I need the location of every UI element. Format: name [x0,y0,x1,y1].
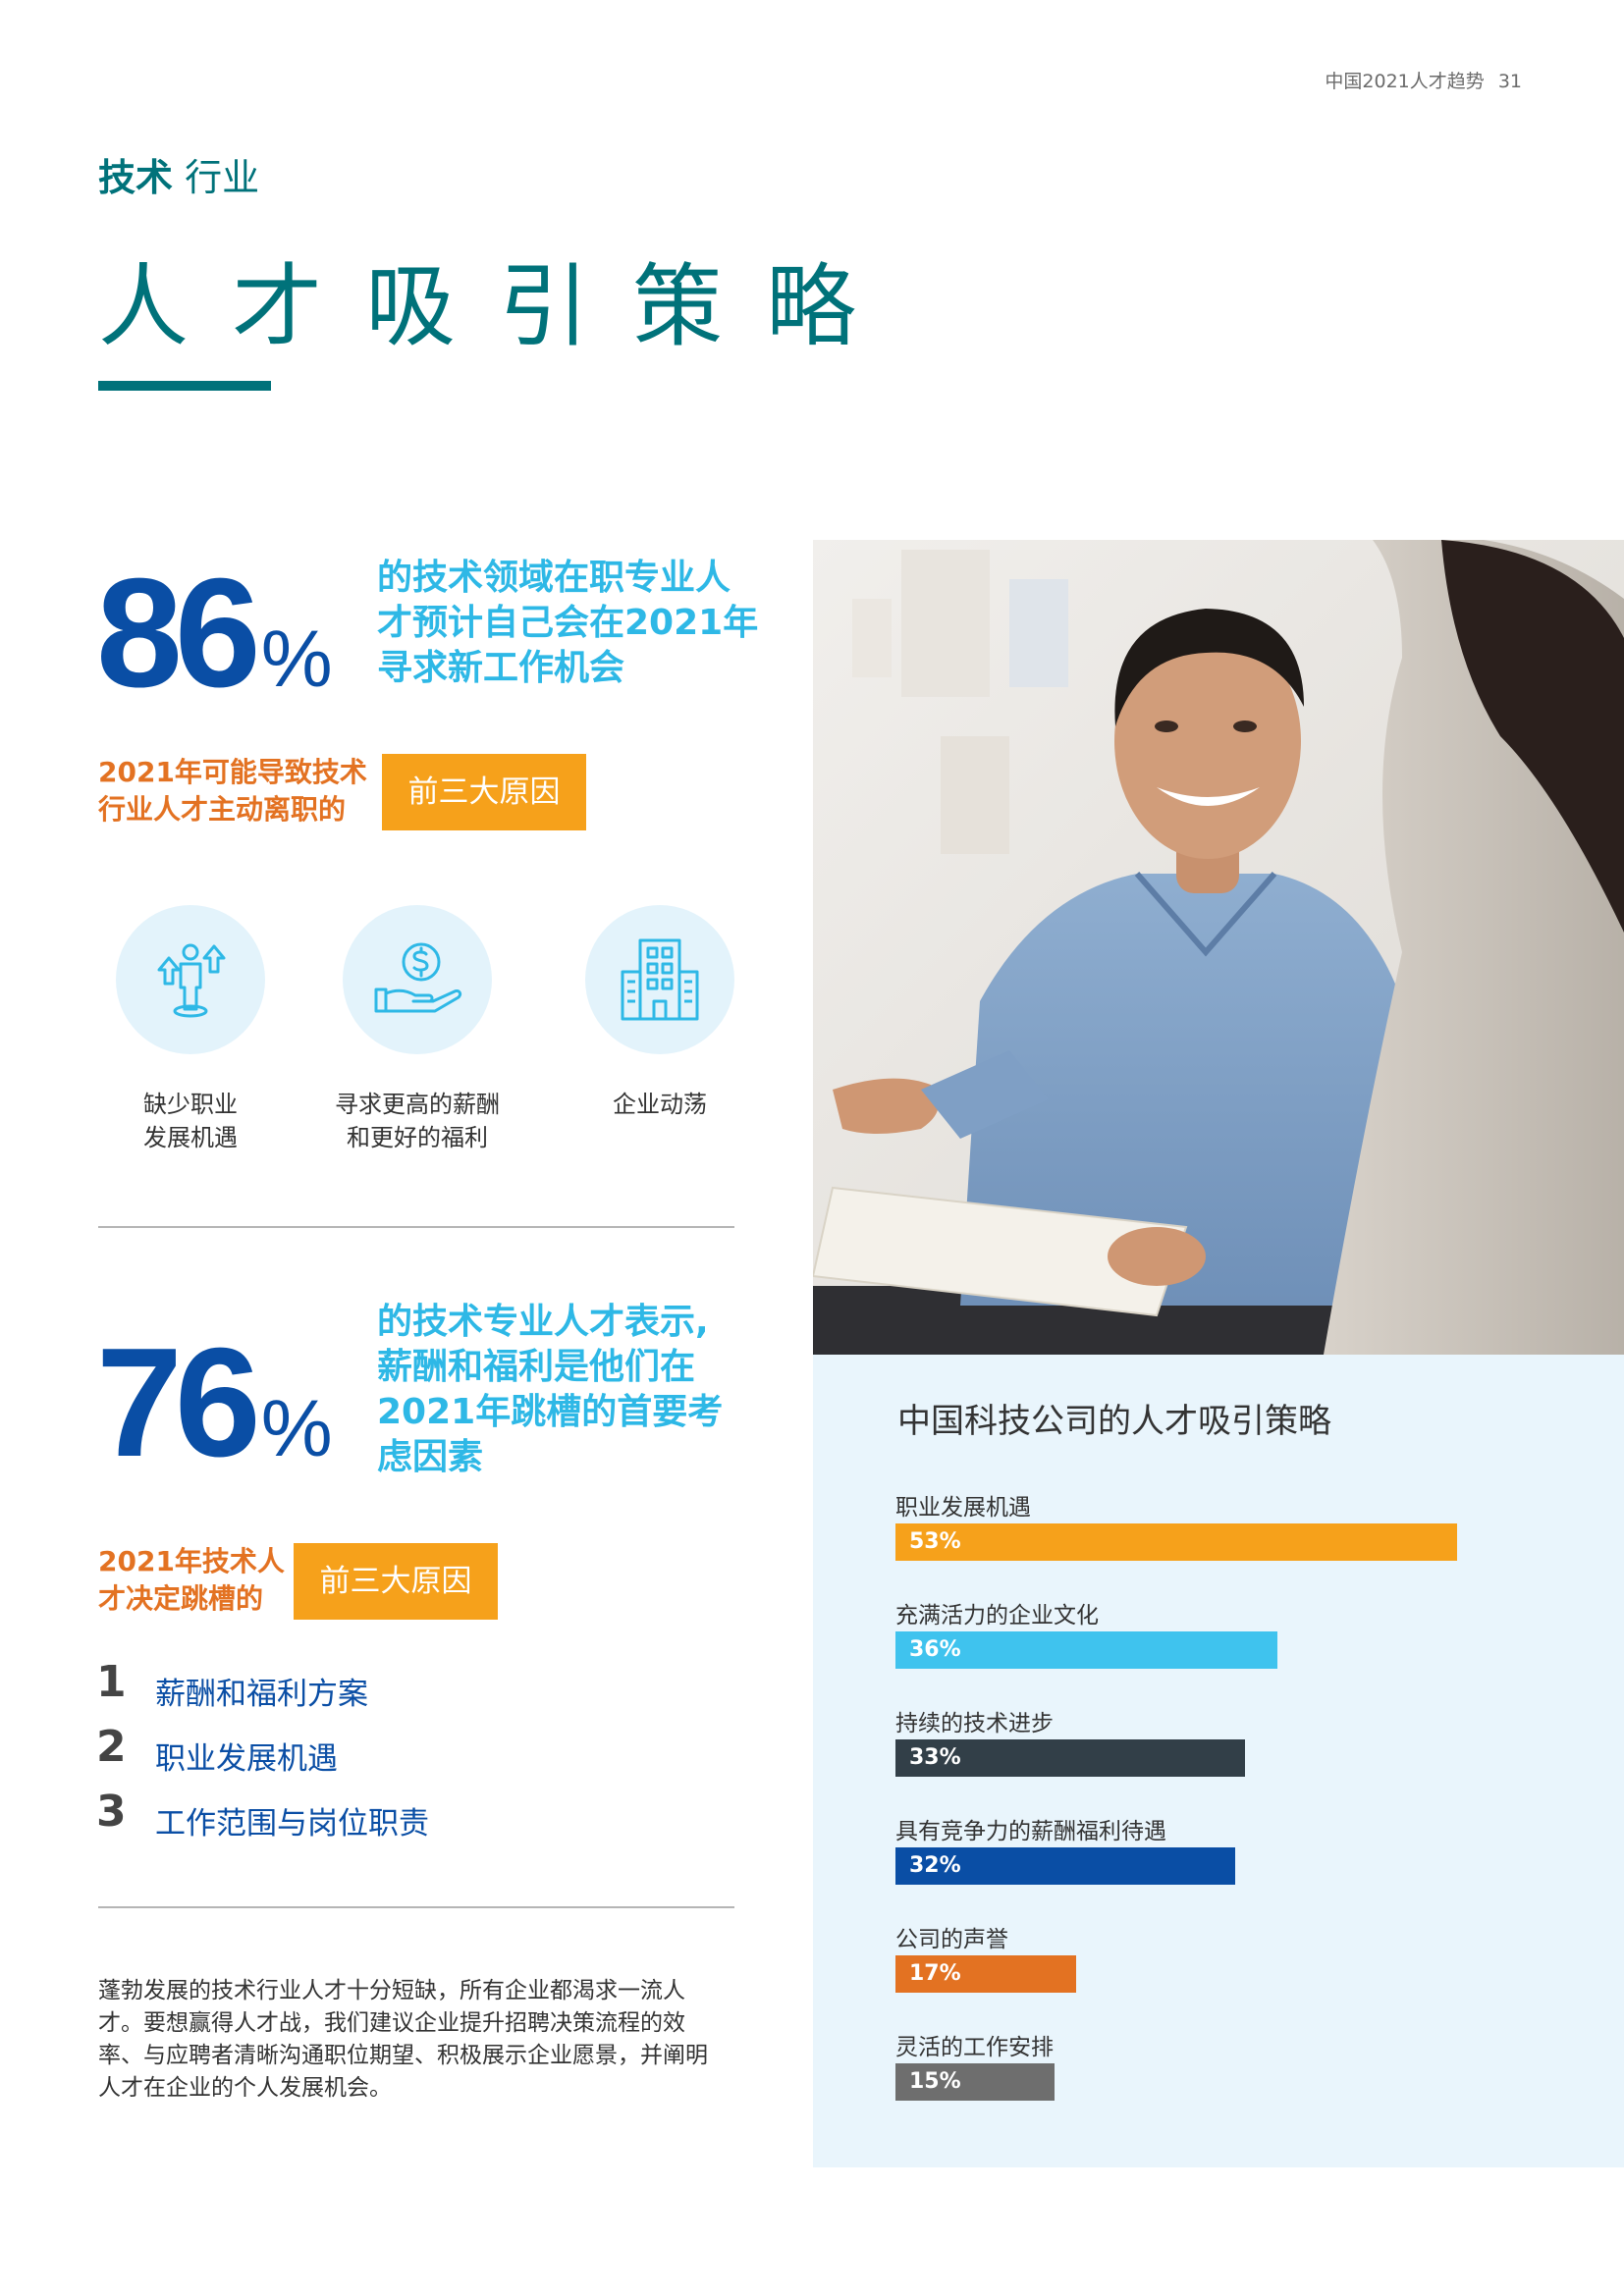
reason-leave-label-line: 企业动荡 [613,1091,707,1118]
stat2-desc-line: 虑因素 [377,1437,484,1477]
section-tag-rest: 行业 [173,156,260,199]
office-building-icon [585,905,734,1054]
reason-text: 薪酬和福利方案 [155,1677,368,1712]
reasons-switch-label: 2021年技术人 才决定跳槽的 [98,1543,285,1618]
reason-leave-label-line: 和更好的福利 [347,1124,488,1151]
stat2-description: 的技术专业人才表示, 薪酬和福利是他们在 2021年跳槽的首要考 虑因素 [377,1300,723,1480]
section-tag: 技术 行业 [98,147,259,201]
stat2-desc-line: 2021年跳槽的首要考 [377,1392,724,1432]
bar-category-label: 职业发展机遇 [895,1495,1031,1521]
reason-leave-label: 寻求更高的薪酬 和更好的福利 [319,1088,515,1154]
page-header: 中国2021人才趋势 31 [1325,67,1522,93]
reason-number: 2 [96,1722,127,1772]
stat2-unit: % [260,1384,333,1473]
stat1-value: 86 [96,547,261,720]
reasons-switch-label-line: 2021年技术人 [98,1545,285,1577]
stat1-figure: 86% [96,556,333,711]
chart-title: 中国科技公司的人才吸引策略 [897,1402,1331,1441]
reasons-leave-label-line: 2021年可能导致技术 [98,756,367,788]
reason-text: 职业发展机遇 [155,1741,338,1777]
reason-leave-label-line: 寻求更高的薪酬 [335,1091,500,1118]
bar-value-label: 53% [909,1529,961,1554]
bar: 15% [895,2063,1055,2101]
reason-text: 工作范围与岗位职责 [155,1806,429,1842]
summary-paragraph: 蓬勃发展的技术行业人才十分短缺，所有企业都渴求一流人才。要想赢得人才战，我们建议… [98,1978,708,2101]
bar: 53% [895,1523,1457,1561]
career-up-icon [116,905,265,1054]
bar-category-label: 充满活力的企业文化 [895,1603,1099,1629]
bar-category-label: 具有竞争力的薪酬福利待遇 [895,1819,1166,1844]
stat1-desc-line: 寻求新工作机会 [377,648,625,688]
reason-leave-label-line: 发展机遇 [143,1124,238,1151]
reasons-leave-label: 2021年可能导致技术 行业人才主动离职的 [98,754,367,828]
bar-value-label: 15% [909,2069,961,2094]
divider [98,1226,734,1228]
page-header-label: 中国2021人才趋势 [1325,71,1485,92]
reason-number: 1 [96,1657,127,1707]
reasons-leave-badge: 前三大原因 [382,754,586,830]
bar-value-label: 36% [909,1637,961,1662]
stat1-desc-line: 的技术领域在职专业人 [377,558,731,598]
page-title: 人才吸引策略 [98,254,900,359]
stat2-figure: 76% [96,1325,333,1480]
bar-category-label: 公司的声誉 [895,1927,1008,1952]
title-underline [98,381,271,391]
stat1-unit: % [260,614,333,704]
bar-value-label: 32% [909,1853,961,1878]
stat2-value: 76 [96,1316,261,1489]
reasons-leave-label-line: 行业人才主动离职的 [98,793,347,826]
bar-category-label: 灵活的工作安排 [895,2035,1054,2060]
reason-number: 3 [96,1787,127,1837]
bar: 33% [895,1739,1245,1777]
bar: 17% [895,1955,1076,1993]
divider [98,1906,734,1908]
reasons-switch-label-line: 才决定跳槽的 [98,1582,264,1615]
salary-hand-icon [343,905,492,1054]
page-number: 31 [1497,71,1522,92]
reason-leave-label: 缺少职业 发展机遇 [92,1088,289,1154]
bar: 36% [895,1631,1277,1669]
bar: 32% [895,1847,1235,1885]
photo-two-people-talking [813,540,1624,1355]
reason-leave-label: 企业动荡 [562,1088,758,1121]
bar-value-label: 33% [909,1745,961,1770]
stat2-desc-line: 的技术专业人才表示, [377,1302,709,1342]
reasons-switch-badge: 前三大原因 [294,1543,498,1620]
bar-value-label: 17% [909,1961,961,1986]
bar-category-label: 持续的技术进步 [895,1711,1054,1736]
reason-leave-label-line: 缺少职业 [143,1091,238,1118]
stat1-description: 的技术领域在职专业人 才预计自己会在2021年 寻求新工作机会 [377,556,758,691]
stat2-desc-line: 薪酬和福利是他们在 [377,1347,696,1387]
stat1-desc-line: 才预计自己会在2021年 [377,603,759,643]
section-tag-bold: 技术 [98,156,174,199]
